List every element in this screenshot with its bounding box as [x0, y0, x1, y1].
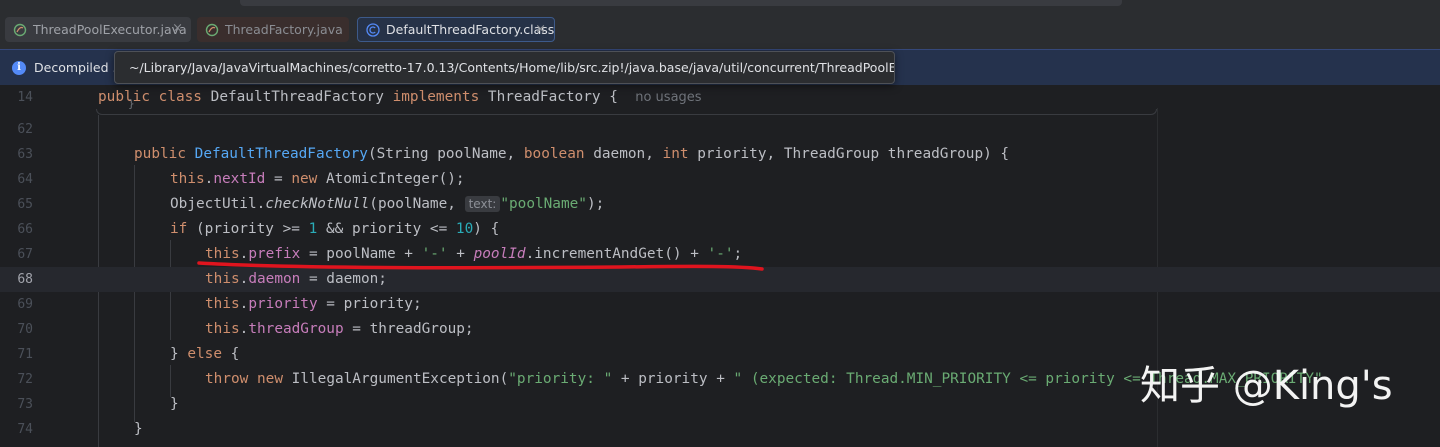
close-icon[interactable]: × [535, 22, 546, 37]
close-icon[interactable]: × [172, 21, 183, 36]
tab-threadpoolexecutor[interactable]: ThreadPoolExecutor.java × [5, 17, 191, 42]
tab-threadfactory[interactable]: ThreadFactory.java [197, 17, 349, 42]
info-icon: i [12, 61, 26, 75]
window-top-strip [240, 0, 1122, 6]
java-file-icon [13, 23, 27, 37]
tab-label: ThreadPoolExecutor.java [33, 22, 187, 37]
tab-label: DefaultThreadFactory.class [386, 22, 555, 37]
file-path-tooltip: ~/Library/Java/JavaVirtualMachines/corre… [114, 51, 895, 84]
editor-tab-bar: ThreadPoolExecutor.java × ThreadFactory.… [0, 0, 1440, 49]
tab-defaultthreadfactory[interactable]: DefaultThreadFactory.class × [357, 17, 555, 42]
tab-label: ThreadFactory.java [225, 22, 343, 37]
java-file-icon [205, 23, 219, 37]
watermark: 知乎 @King's [1140, 363, 1393, 409]
class-icon [366, 22, 380, 37]
banner-text: Decompiled .c [34, 60, 124, 75]
